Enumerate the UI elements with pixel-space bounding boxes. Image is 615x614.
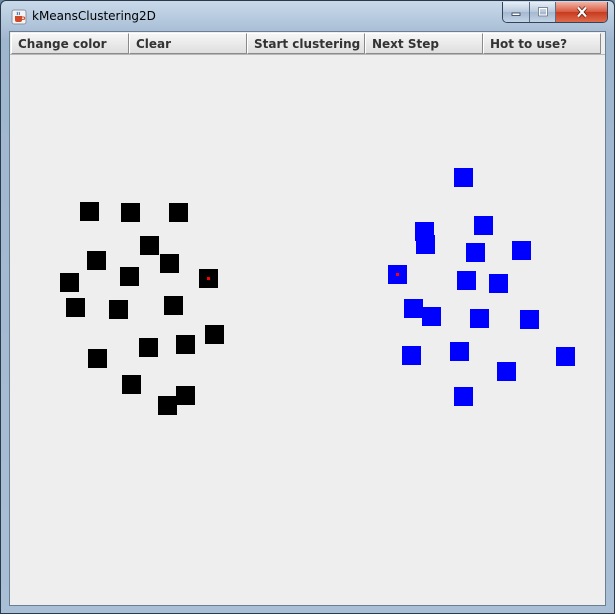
blue-cluster-point [497, 362, 516, 381]
blue-cluster-point [450, 342, 469, 361]
close-button[interactable] [556, 2, 607, 22]
black-cluster-point [160, 254, 179, 273]
blue-cluster-point [454, 387, 473, 406]
black-cluster-point [139, 338, 158, 357]
black-cluster-point [158, 396, 177, 415]
blue-cluster-point [388, 265, 407, 284]
black-cluster-point [122, 375, 141, 394]
blue-cluster-point [454, 168, 473, 187]
black-cluster-point [199, 269, 218, 288]
black-cluster-point [176, 386, 195, 405]
black-cluster-point [87, 251, 106, 270]
title-bar[interactable]: kMeansClustering2D [1, 1, 614, 31]
black-cluster-point [176, 335, 195, 354]
how-to-use-button[interactable]: Hot to use? [483, 33, 601, 54]
black-cluster-point [140, 236, 159, 255]
centroid-marker [207, 277, 210, 280]
blue-cluster-point [422, 307, 441, 326]
black-cluster-point [121, 203, 140, 222]
change-color-button[interactable]: Change color [11, 33, 129, 54]
blue-cluster-point [404, 299, 423, 318]
black-cluster-point [120, 267, 139, 286]
blue-cluster-point [470, 309, 489, 328]
app-window: kMeansClustering2D Change color Clear St… [0, 0, 615, 614]
black-cluster-point [88, 349, 107, 368]
window-controls [502, 2, 608, 23]
blue-cluster-point [512, 241, 531, 260]
blue-cluster-point [466, 243, 485, 262]
black-cluster-point [205, 325, 224, 344]
black-cluster-point [60, 273, 79, 292]
toolbar: Change color Clear Start clustering Next… [11, 33, 602, 54]
centroid-marker [396, 273, 399, 276]
next-step-button[interactable]: Next Step [365, 33, 483, 54]
blue-cluster-point [416, 235, 435, 254]
blue-cluster-point [556, 347, 575, 366]
window-title: kMeansClustering2D [32, 9, 156, 23]
minimize-icon [511, 12, 521, 16]
blue-cluster-point [457, 271, 476, 290]
maximize-icon [537, 7, 548, 17]
blue-cluster-point [489, 274, 508, 293]
close-icon [576, 6, 587, 18]
start-clustering-button[interactable]: Start clustering [247, 33, 365, 54]
java-cup-icon [11, 9, 27, 25]
drawing-canvas[interactable] [10, 54, 605, 606]
minimize-button[interactable] [503, 2, 530, 22]
blue-cluster-point [474, 216, 493, 235]
black-cluster-point [109, 300, 128, 319]
black-cluster-point [169, 203, 188, 222]
clear-button[interactable]: Clear [129, 33, 247, 54]
black-cluster-point [164, 296, 183, 315]
maximize-button[interactable] [530, 2, 556, 22]
blue-cluster-point [402, 346, 421, 365]
client-area: Change color Clear Start clustering Next… [9, 31, 606, 606]
black-cluster-point [66, 298, 85, 317]
blue-cluster-point [520, 310, 539, 329]
black-cluster-point [80, 202, 99, 221]
